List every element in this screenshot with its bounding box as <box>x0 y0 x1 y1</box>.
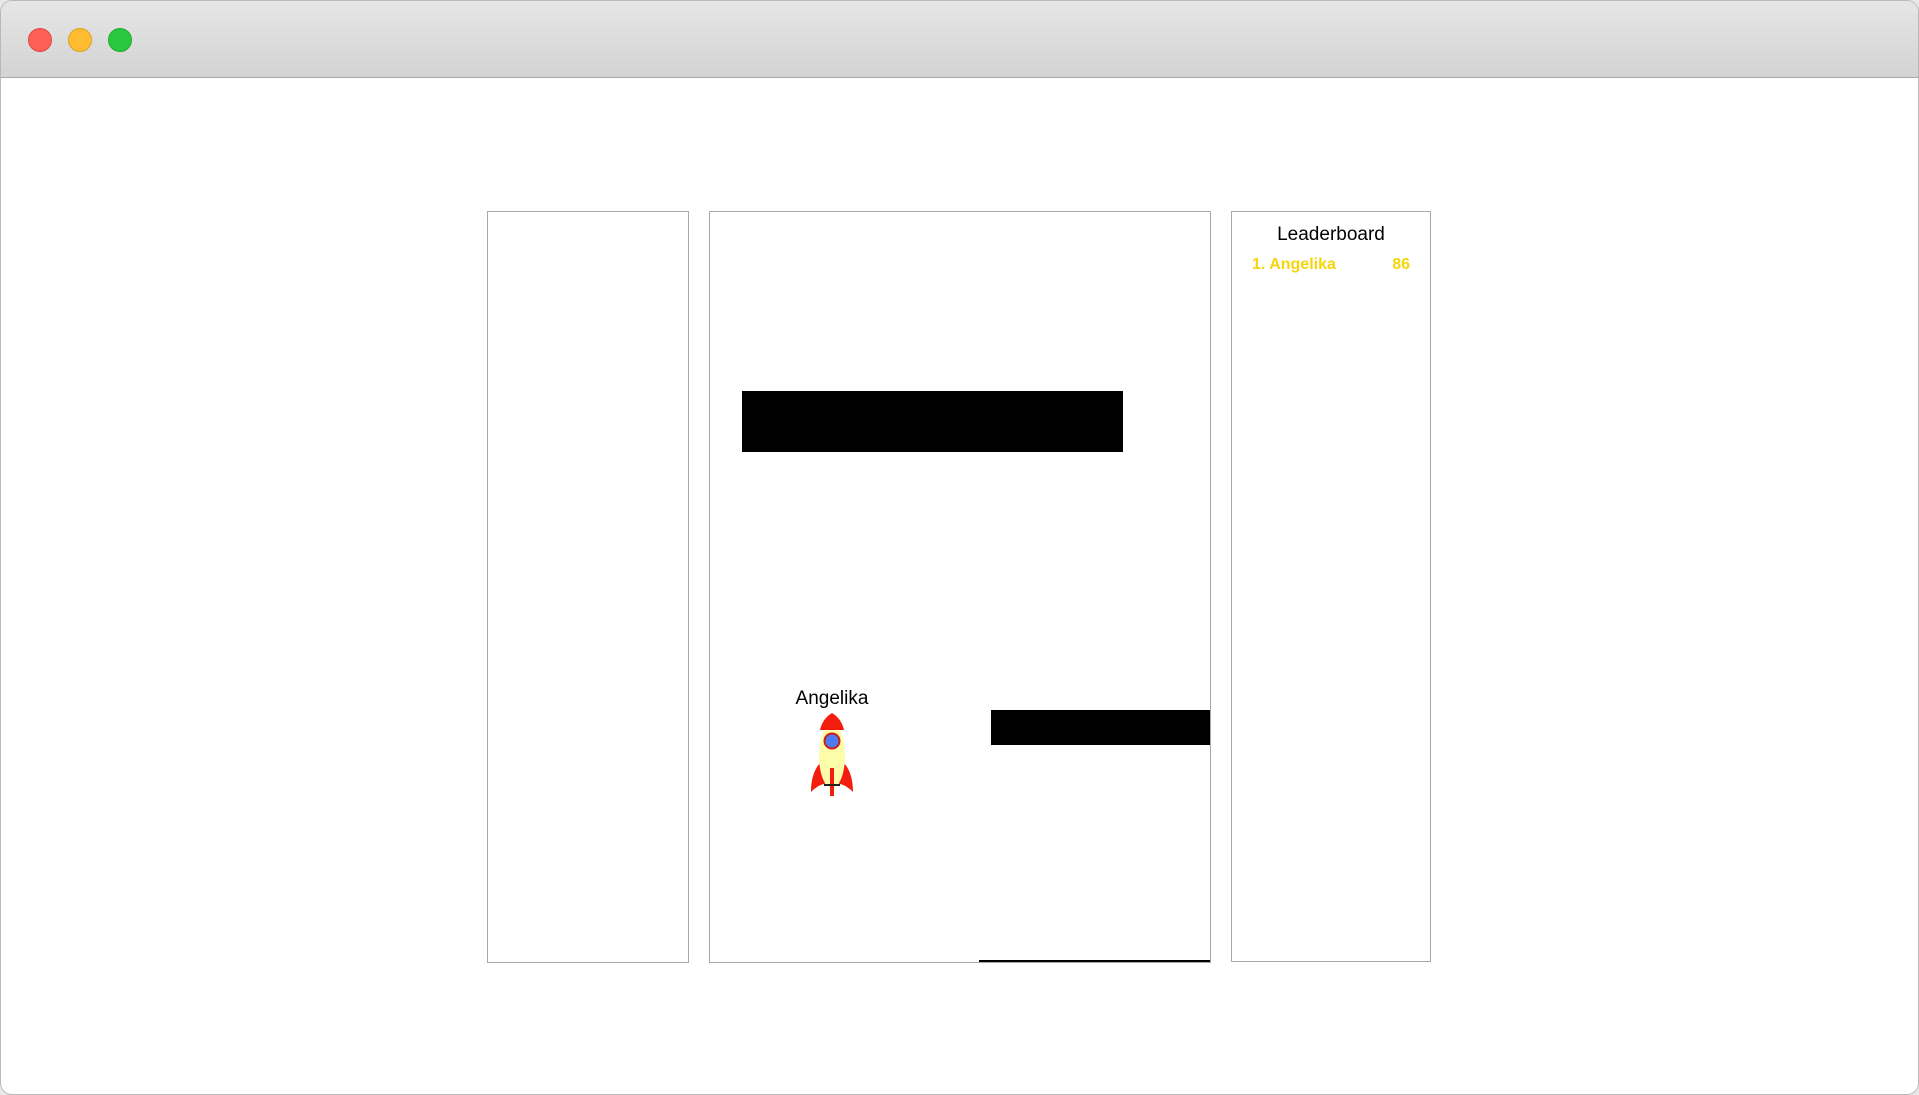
leaderboard-panel: Leaderboard 1. Angelika 86 <box>1231 211 1431 962</box>
player-name-label: Angelika <box>795 688 869 709</box>
leaderboard-entry-score: 86 <box>1392 256 1410 273</box>
leaderboard-entry: 1. Angelika 86 <box>1252 256 1410 278</box>
rocket-window <box>823 732 841 750</box>
obstacle-block <box>991 710 1210 745</box>
leaderboard-title: Leaderboard <box>1277 224 1385 245</box>
left-side-panel <box>487 211 689 963</box>
rocket-icon <box>811 713 853 796</box>
minimize-window-button[interactable] <box>68 28 92 52</box>
game-canvas[interactable]: Angelika <box>709 211 1211 963</box>
rocket-nose <box>820 713 844 730</box>
leaderboard-entry-name: 1. Angelika <box>1252 256 1336 273</box>
page-content: Angelika Leaderboard 1. Angelika 86 <box>1 78 1918 1094</box>
rocket-base-line <box>824 784 840 786</box>
obstacle-block <box>979 960 1210 962</box>
close-window-button[interactable] <box>28 28 52 52</box>
rocket-center-fin <box>830 768 834 796</box>
zoom-window-button[interactable] <box>108 28 132 52</box>
title-bar <box>1 1 1918 78</box>
obstacle-block <box>742 391 1123 452</box>
app-window: Angelika Leaderboard 1. Angelika 86 <box>0 0 1919 1095</box>
